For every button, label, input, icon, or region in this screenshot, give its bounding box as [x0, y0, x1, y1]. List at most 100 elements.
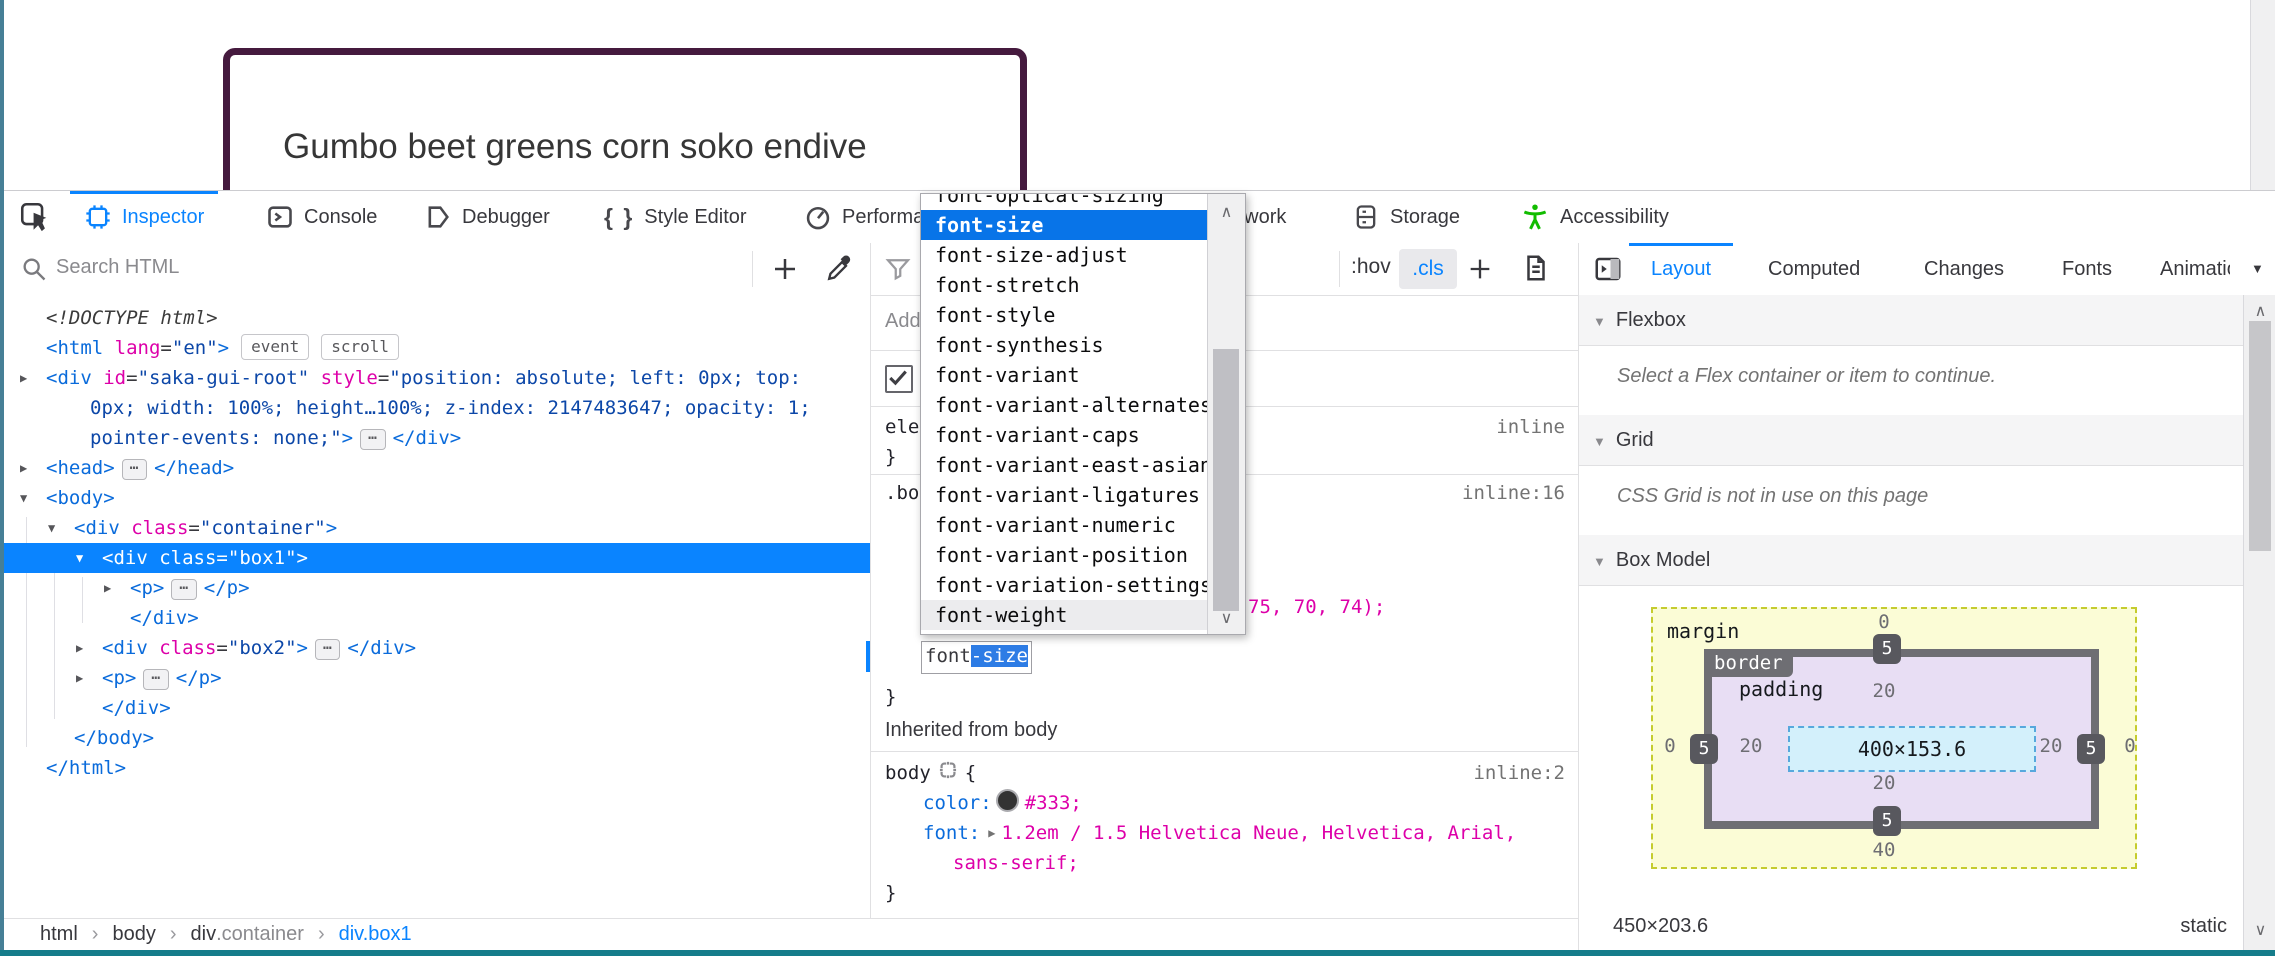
autocomplete-scrollbar[interactable]: ∧ ∨: [1207, 194, 1245, 634]
scrollbar-thumb[interactable]: [1213, 349, 1239, 611]
autocomplete-item[interactable]: font-size: [921, 210, 1207, 240]
autocomplete-item[interactable]: font-variant-ligatures: [921, 480, 1207, 510]
property-name-editor[interactable]: font-size: [921, 641, 1032, 674]
rule-location[interactable]: inline:2: [1473, 758, 1565, 788]
scroll-up-icon[interactable]: ∧: [1208, 202, 1245, 222]
border-right-value[interactable]: 5: [2077, 734, 2105, 764]
markup-node[interactable]: ▼<div class="container">: [4, 513, 870, 543]
border-top-value[interactable]: 5: [1873, 634, 1901, 664]
rule-location[interactable]: inline:16: [1462, 478, 1565, 508]
margin-left-value[interactable]: 0: [1655, 735, 1685, 757]
tab-storage[interactable]: Storage: [1352, 191, 1460, 243]
margin-bottom-value[interactable]: 40: [1864, 839, 1904, 861]
sidebar-tab-animations[interactable]: Animations: [2160, 243, 2230, 295]
add-rule-icon[interactable]: [1466, 255, 1494, 283]
breadcrumb-item[interactable]: div.box1: [339, 923, 412, 946]
declaration-color[interactable]: color:#333;: [923, 788, 1082, 818]
tab-console[interactable]: Console: [266, 191, 377, 243]
collapse-arrow-icon[interactable]: ▶: [20, 363, 27, 393]
autocomplete-item[interactable]: font-variant: [921, 360, 1207, 390]
expand-arrow-icon[interactable]: ▼: [48, 513, 55, 543]
markup-node-selected[interactable]: ▼<div class="box1">: [4, 543, 870, 573]
node-picker-icon[interactable]: [18, 200, 52, 234]
inline-text-ellipsis[interactable]: ⋯: [315, 639, 340, 660]
sidebar-tab-computed[interactable]: Computed: [1768, 243, 1860, 295]
sidebar-tab-changes[interactable]: Changes: [1924, 243, 2004, 295]
tab-styleeditor[interactable]: { }Style Editor: [604, 191, 747, 243]
breadcrumb-item[interactable]: div.container: [191, 923, 304, 946]
autocomplete-item[interactable]: font-variant-numeric: [921, 510, 1207, 540]
class-checkbox[interactable]: [885, 365, 913, 393]
scrollbar-thumb[interactable]: [2249, 321, 2271, 551]
markup-node[interactable]: </div>: [4, 693, 870, 723]
breadcrumb-item[interactable]: body: [112, 923, 155, 946]
expand-arrow-icon[interactable]: ▼: [20, 483, 27, 513]
border-bottom-value[interactable]: 5: [1873, 806, 1901, 836]
scroll-badge[interactable]: scroll: [321, 334, 399, 360]
inline-text-ellipsis[interactable]: ⋯: [122, 459, 147, 480]
event-badge[interactable]: event: [241, 334, 309, 360]
tab-accessibility[interactable]: Accessibility: [1520, 191, 1669, 243]
expand-value-icon[interactable]: ▶: [988, 818, 995, 848]
color-swatch[interactable]: [996, 789, 1019, 812]
sidebar-scrollbar[interactable]: ∧ ∨: [2243, 295, 2275, 950]
breadcrumb-item[interactable]: html: [40, 923, 78, 946]
markup-node[interactable]: <!DOCTYPE html>: [4, 303, 870, 333]
sidebar-tab-fonts[interactable]: Fonts: [2062, 243, 2112, 295]
sidebar-tab-layout[interactable]: Layout: [1651, 243, 1711, 295]
collapse-arrow-icon[interactable]: ▶: [76, 633, 83, 663]
print-simulation-icon[interactable]: [1521, 253, 1551, 283]
markup-node[interactable]: ▶<div class="box2">⋯</div>: [4, 633, 870, 663]
dock-sidebar-icon[interactable]: [1593, 254, 1623, 284]
markup-node[interactable]: </body>: [4, 723, 870, 753]
autocomplete-item[interactable]: font-variant-alternates: [921, 390, 1207, 420]
grid-section-header[interactable]: ▼Grid: [1579, 415, 2243, 466]
collapse-arrow-icon[interactable]: ▶: [104, 573, 111, 603]
eyedropper-icon[interactable]: [824, 253, 855, 284]
markup-node[interactable]: ▶<div id="saka-gui-root" style="position…: [4, 363, 870, 393]
autocomplete-item[interactable]: font-variant-position: [921, 540, 1207, 570]
margin-top-value[interactable]: 0: [1864, 611, 1904, 633]
inline-text-ellipsis[interactable]: ⋯: [143, 669, 168, 690]
element-target-icon[interactable]: [937, 759, 959, 790]
pseudo-class-toggle[interactable]: :hov: [1351, 255, 1391, 279]
tab-inspector[interactable]: Inspector: [84, 191, 204, 243]
autocomplete-item[interactable]: font-size-adjust: [921, 240, 1207, 270]
markup-node[interactable]: </html>: [4, 753, 870, 783]
flexbox-section-header[interactable]: ▼Flexbox: [1579, 295, 2243, 346]
markup-node[interactable]: </div>: [4, 603, 870, 633]
markup-node[interactable]: <html lang="en">eventscroll: [4, 333, 870, 363]
autocomplete-item[interactable]: font-weight: [921, 600, 1207, 630]
markup-node[interactable]: ▶<p>⋯</p>: [4, 573, 870, 603]
expand-arrow-icon[interactable]: ▼: [76, 543, 83, 573]
autocomplete-item[interactable]: font-variant-east-asian: [921, 450, 1207, 480]
autocomplete-item[interactable]: font-stretch: [921, 270, 1207, 300]
scroll-down-icon[interactable]: ∨: [2244, 920, 2275, 940]
markup-node[interactable]: ▶<p>⋯</p>: [4, 663, 870, 693]
tab-debugger[interactable]: Debugger: [424, 191, 550, 243]
margin-right-value[interactable]: 0: [2115, 735, 2145, 757]
filter-styles-icon[interactable]: [883, 254, 913, 284]
all-tabs-chevron-icon[interactable]: ▼: [2251, 261, 2264, 276]
markup-node[interactable]: 0px; width: 100%; height…100%; z-index: …: [4, 393, 870, 423]
padding-bottom-value[interactable]: 20: [1864, 772, 1904, 794]
class-panel-toggle[interactable]: .cls: [1399, 249, 1457, 289]
autocomplete-item[interactable]: font-variation-settings: [921, 570, 1207, 600]
markup-node[interactable]: ▶<head>⋯</head>: [4, 453, 870, 483]
markup-node[interactable]: ▼<body>: [4, 483, 870, 513]
autocomplete-item[interactable]: font-variant-caps: [921, 420, 1207, 450]
rule-body-selector[interactable]: body{: [885, 758, 976, 790]
scroll-down-icon[interactable]: ∨: [1208, 608, 1245, 628]
scroll-up-icon[interactable]: ∧: [2244, 301, 2275, 321]
collapse-arrow-icon[interactable]: ▶: [20, 453, 27, 483]
inline-text-ellipsis[interactable]: ⋯: [360, 429, 385, 450]
inline-text-ellipsis[interactable]: ⋯: [171, 579, 196, 600]
autocomplete-item[interactable]: font-optical-sizing: [921, 194, 1207, 210]
border-left-value[interactable]: 5: [1690, 734, 1718, 764]
autocomplete-item[interactable]: font-synthesis: [921, 330, 1207, 360]
collapse-arrow-icon[interactable]: ▶: [76, 663, 83, 693]
page-scrollbar[interactable]: [2250, 0, 2275, 190]
padding-right-value[interactable]: 20: [2031, 735, 2071, 757]
padding-top-value[interactable]: 20: [1864, 680, 1904, 702]
padding-left-value[interactable]: 20: [1731, 735, 1771, 757]
